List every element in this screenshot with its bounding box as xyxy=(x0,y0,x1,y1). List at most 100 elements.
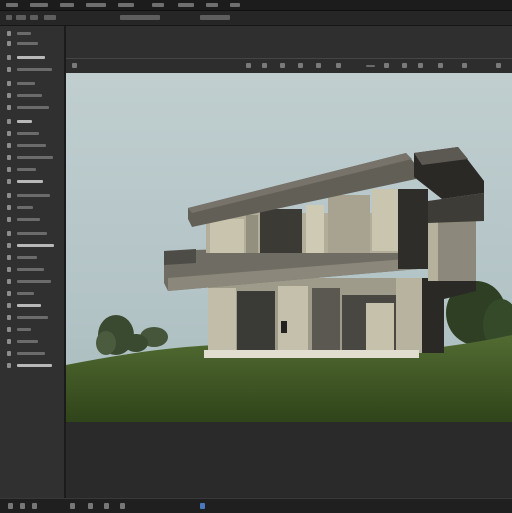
tool-row[interactable] xyxy=(3,204,61,211)
tool-row[interactable] xyxy=(3,178,61,185)
tool-row[interactable] xyxy=(3,338,61,345)
frame-icon[interactable] xyxy=(32,503,37,509)
tool-icon xyxy=(7,119,11,124)
option-control[interactable] xyxy=(16,15,26,20)
tool-row[interactable] xyxy=(3,242,61,249)
tool-label xyxy=(17,144,46,147)
tool-row[interactable] xyxy=(3,192,61,199)
tool-icon xyxy=(7,303,11,308)
tool-icon xyxy=(7,179,11,184)
grid-icon[interactable] xyxy=(246,63,251,68)
tool-row[interactable] xyxy=(3,362,61,369)
tool-row[interactable] xyxy=(3,166,61,173)
tool-row[interactable] xyxy=(3,80,61,87)
canvas-image xyxy=(66,73,512,422)
tool-row[interactable] xyxy=(3,216,61,223)
tool-icon xyxy=(7,217,11,222)
fill-icon[interactable] xyxy=(384,63,389,68)
tool-label xyxy=(17,218,40,221)
tool-icon xyxy=(7,243,11,248)
eraser-icon[interactable] xyxy=(366,65,375,67)
tool-row[interactable] xyxy=(3,118,61,125)
tool-label xyxy=(17,132,39,135)
tool-icon xyxy=(7,205,11,210)
close-icon[interactable] xyxy=(496,63,501,68)
settings-icon[interactable] xyxy=(200,503,205,509)
menu-bar xyxy=(0,0,512,11)
tool-label xyxy=(17,168,36,171)
tool-row[interactable] xyxy=(3,350,61,357)
tool-icon xyxy=(7,131,11,136)
layer-icon[interactable] xyxy=(72,63,77,68)
crop-icon[interactable] xyxy=(316,63,321,68)
tool-label xyxy=(17,280,51,283)
brush-icon[interactable] xyxy=(336,63,341,68)
tool-icon xyxy=(7,155,11,160)
tool-label xyxy=(17,340,38,343)
tool-icon xyxy=(7,167,11,172)
tool-row[interactable] xyxy=(3,154,61,161)
option-control[interactable] xyxy=(200,15,230,20)
tool-row[interactable] xyxy=(3,54,61,61)
tool-icon xyxy=(7,193,11,198)
audio-icon[interactable] xyxy=(120,503,125,509)
status-bar xyxy=(0,498,512,513)
tool-row[interactable] xyxy=(3,302,61,309)
option-control[interactable] xyxy=(30,15,38,20)
stop-icon[interactable] xyxy=(88,503,93,509)
tool-label xyxy=(17,268,44,271)
text-icon[interactable] xyxy=(402,63,407,68)
status-icon[interactable] xyxy=(8,503,13,509)
tool-icon xyxy=(7,339,11,344)
zoom-icon[interactable] xyxy=(280,63,285,68)
tool-row[interactable] xyxy=(3,326,61,333)
options-bar xyxy=(0,11,512,26)
menu-item-9[interactable] xyxy=(230,3,240,7)
tool-label xyxy=(17,328,31,331)
tool-row[interactable] xyxy=(3,104,61,111)
rotate-icon[interactable] xyxy=(298,63,303,68)
tool-row[interactable] xyxy=(3,266,61,273)
tool-row[interactable] xyxy=(3,92,61,99)
menu-item-7[interactable] xyxy=(178,3,194,7)
menu-item-4[interactable] xyxy=(86,3,106,7)
menu-item-5[interactable] xyxy=(118,3,134,7)
tool-row[interactable] xyxy=(3,314,61,321)
tool-row[interactable] xyxy=(3,30,61,37)
option-control[interactable] xyxy=(120,15,160,20)
timeline-icon[interactable] xyxy=(20,503,25,509)
loop-icon[interactable] xyxy=(104,503,109,509)
view-icon[interactable] xyxy=(462,63,467,68)
option-control[interactable] xyxy=(44,15,56,20)
tool-row[interactable] xyxy=(3,230,61,237)
tool-icon xyxy=(7,67,11,72)
tool-label xyxy=(17,156,53,159)
tool-label xyxy=(17,364,52,367)
tool-row[interactable] xyxy=(3,142,61,149)
tool-row[interactable] xyxy=(3,254,61,261)
play-icon[interactable] xyxy=(70,503,75,509)
tool-row[interactable] xyxy=(3,278,61,285)
tool-label xyxy=(17,106,49,109)
menu-item-1[interactable] xyxy=(6,3,18,7)
menu-item-2[interactable] xyxy=(30,3,48,7)
image-canvas[interactable] xyxy=(66,73,512,422)
tool-label xyxy=(17,56,45,59)
menu-item-8[interactable] xyxy=(206,3,218,7)
hand-icon[interactable] xyxy=(438,63,443,68)
move-icon[interactable] xyxy=(262,63,267,68)
tool-label xyxy=(17,352,45,355)
tool-row[interactable] xyxy=(3,130,61,137)
tools-panel xyxy=(0,26,66,500)
tool-icon xyxy=(7,363,11,368)
tool-label xyxy=(17,232,47,235)
option-control[interactable] xyxy=(6,15,12,20)
canvas-padding-area xyxy=(66,422,512,498)
tool-row[interactable] xyxy=(3,290,61,297)
shape-icon[interactable] xyxy=(418,63,423,68)
menu-item-3[interactable] xyxy=(60,3,74,7)
document-toolbar xyxy=(66,58,512,74)
tool-row[interactable] xyxy=(3,66,61,73)
menu-item-6[interactable] xyxy=(152,3,164,7)
tool-row[interactable] xyxy=(3,40,61,47)
